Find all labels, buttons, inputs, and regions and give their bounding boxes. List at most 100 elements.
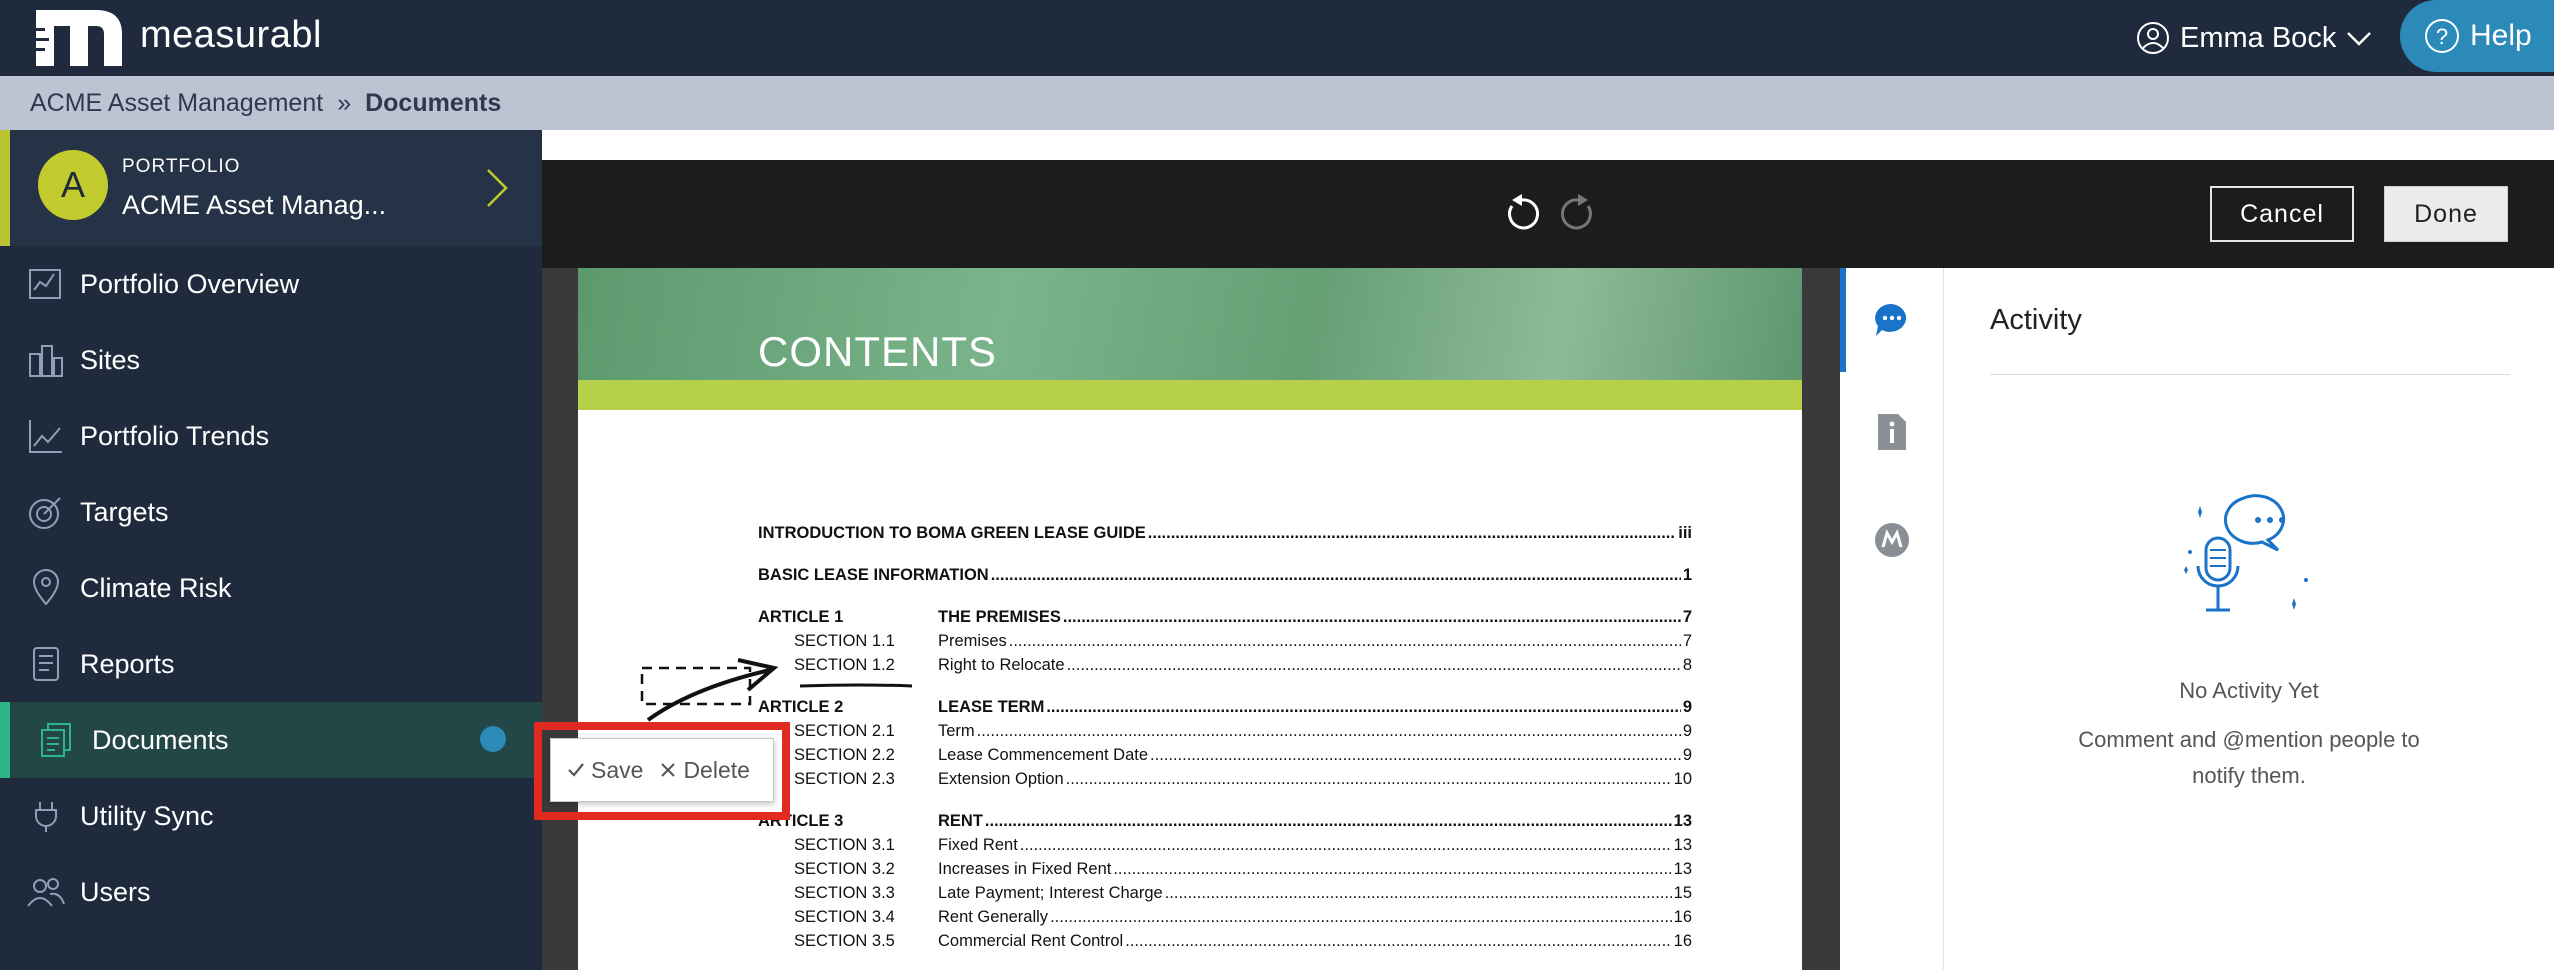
info-icon[interactable]	[1870, 410, 1914, 454]
toc-row: ARTICLE 2 LEASE TERM 9	[758, 698, 1692, 717]
toc-page: 7	[1682, 632, 1692, 650]
toc-title: Extension Option	[938, 770, 1064, 788]
save-button[interactable]: Save	[567, 757, 643, 784]
sidebar-item-label: Climate Risk	[80, 572, 232, 603]
toc-row: SECTION 2.3Extension Option10	[758, 770, 1692, 789]
toc-page: 9	[1682, 698, 1692, 716]
sidebar-item-label: Portfolio Overview	[80, 268, 300, 299]
sidebar-item-label: Utility Sync	[80, 800, 214, 831]
cancel-button[interactable]: Cancel	[2210, 186, 2354, 242]
portfolio-switcher[interactable]: A PORTFOLIO ACME Asset Manag...	[0, 130, 542, 246]
save-label: Save	[591, 756, 644, 783]
toc-page: 16	[1673, 908, 1692, 926]
breadcrumb-root[interactable]: ACME Asset Management	[30, 89, 323, 118]
trend-icon	[29, 420, 62, 453]
sidebar-item-label: Users	[80, 876, 151, 907]
document-page[interactable]: CONTENTS INTRODUCTION TO BOMA GREEN LEAS…	[578, 268, 1802, 970]
activity-panel: Activity No Activity Yet Comment and @me…	[1944, 268, 2554, 970]
scroll-icon	[33, 647, 59, 681]
notification-dot	[480, 726, 506, 752]
toc-row: SECTION 3.2 Increases in Fixed Rent 13	[758, 860, 1692, 879]
map-pin-icon	[32, 569, 60, 606]
toc-page: 1	[1682, 566, 1692, 584]
users-icon	[27, 878, 65, 907]
divider	[1990, 374, 2510, 375]
toc-row: SECTION 3.3 Late Payment; Interest Charge…	[758, 884, 1692, 903]
sidebar-item-sites[interactable]: Sites	[0, 322, 542, 398]
measurabl-ai-icon[interactable]	[1870, 518, 1914, 562]
toc-page: 7	[1682, 608, 1692, 626]
toc-page: 13	[1673, 836, 1692, 854]
breadcrumb-separator: »	[337, 88, 352, 117]
toc-title: LEASE TERM	[938, 698, 1045, 716]
toc-section: SECTION 3.2	[794, 860, 895, 878]
toc-row: SECTION 1.2 Right to Relocate 8	[758, 656, 1692, 675]
question-circle-icon: ?	[2425, 19, 2459, 53]
active-tab-indicator	[1840, 268, 1846, 372]
comments-icon[interactable]	[1870, 298, 1914, 342]
toc-page: iii	[1678, 524, 1692, 542]
toc-row: SECTION 1.1 Premises 7	[758, 632, 1692, 651]
toc-row: SECTION 2.1Term9	[758, 722, 1692, 741]
toc-article: ARTICLE 2	[758, 698, 844, 716]
toc-title: Late Payment; Interest Charge	[938, 884, 1163, 902]
microphone-chat-icon	[2184, 494, 2308, 612]
breadcrumb-current: Documents	[365, 88, 502, 117]
plug-icon	[35, 802, 57, 832]
empty-state-title: No Activity Yet	[2179, 678, 2319, 703]
done-button[interactable]: Done	[2384, 186, 2508, 242]
sidebar-item-portfolio-trends[interactable]: Portfolio Trends	[0, 398, 542, 474]
toc-row: ARTICLE 1 THE PREMISES 7	[758, 608, 1692, 627]
toc-page: 13	[1673, 860, 1692, 878]
toc-section: SECTION 1.2	[794, 656, 895, 674]
toc-title: Commercial Rent Control	[938, 932, 1124, 950]
svg-text:?: ?	[2436, 24, 2448, 49]
toc-section: SECTION 3.4	[794, 908, 895, 926]
toc-title: RENT	[938, 812, 983, 830]
redo-icon[interactable]	[1556, 192, 1600, 236]
brand-name: measurabl	[140, 14, 322, 56]
toc-article: ARTICLE 1	[758, 608, 844, 626]
sidebar-item-targets[interactable]: Targets	[0, 474, 542, 550]
sidebar-item-users[interactable]: Users	[0, 854, 542, 930]
user-icon	[2137, 22, 2169, 54]
toc-row: SECTION 3.5 Commercial Rent Control 16	[758, 932, 1692, 951]
toc-title: BASIC LEASE INFORMATION	[758, 566, 989, 584]
undo-icon[interactable]	[1500, 192, 1544, 236]
delete-button[interactable]: Delete	[659, 757, 750, 784]
toc-section: SECTION 3.1	[794, 836, 895, 854]
top-bar: measurabl Emma Bock ? Help	[0, 0, 2554, 76]
buildings-icon	[29, 345, 63, 377]
portfolio-name: ACME Asset Manag...	[122, 190, 387, 220]
annotation-popup: Save Delete	[550, 738, 774, 802]
chart-icon	[29, 269, 61, 299]
toc-page: 15	[1673, 884, 1692, 902]
toc-title: Rent Generally	[938, 908, 1049, 926]
toc-section: SECTION 3.5	[794, 932, 895, 950]
toc-page: 13	[1673, 812, 1692, 830]
sidebar-item-utility-sync[interactable]: Utility Sync	[0, 778, 542, 854]
toc-title: Fixed Rent	[938, 836, 1018, 854]
user-menu[interactable]: Emma Bock	[2136, 16, 2372, 60]
document-viewer[interactable]: CONTENTS INTRODUCTION TO BOMA GREEN LEAS…	[542, 268, 1840, 970]
sidebar-item-reports[interactable]: Reports	[0, 626, 542, 702]
portfolio-avatar: A	[38, 150, 108, 220]
close-icon	[661, 763, 676, 777]
toc-page: 9	[1682, 722, 1692, 740]
sidebar-item-documents[interactable]: Documents	[0, 702, 542, 778]
side-panel-tabs	[1840, 268, 1944, 970]
toc-row: BASIC LEASE INFORMATION 1	[758, 566, 1692, 585]
help-button[interactable]: ? Help	[2400, 0, 2554, 72]
toc-title: Lease Commencement Date	[938, 746, 1149, 764]
contents-title: CONTENTS	[758, 328, 997, 375]
breadcrumb: ACME Asset Management » Documents	[0, 76, 2554, 130]
check-icon	[568, 763, 584, 777]
documents-icon	[41, 723, 71, 757]
toc-section: SECTION 3.3	[794, 884, 895, 902]
measurabl-logo-icon[interactable]	[36, 10, 122, 66]
sidebar-item-climate-risk[interactable]: Climate Risk	[0, 550, 542, 626]
sidebar-item-label: Documents	[92, 724, 229, 755]
sidebar-item-portfolio-overview[interactable]: Portfolio Overview	[0, 246, 542, 322]
page-banner-stripe	[578, 380, 1802, 410]
sidebar-item-label: Reports	[80, 648, 175, 679]
